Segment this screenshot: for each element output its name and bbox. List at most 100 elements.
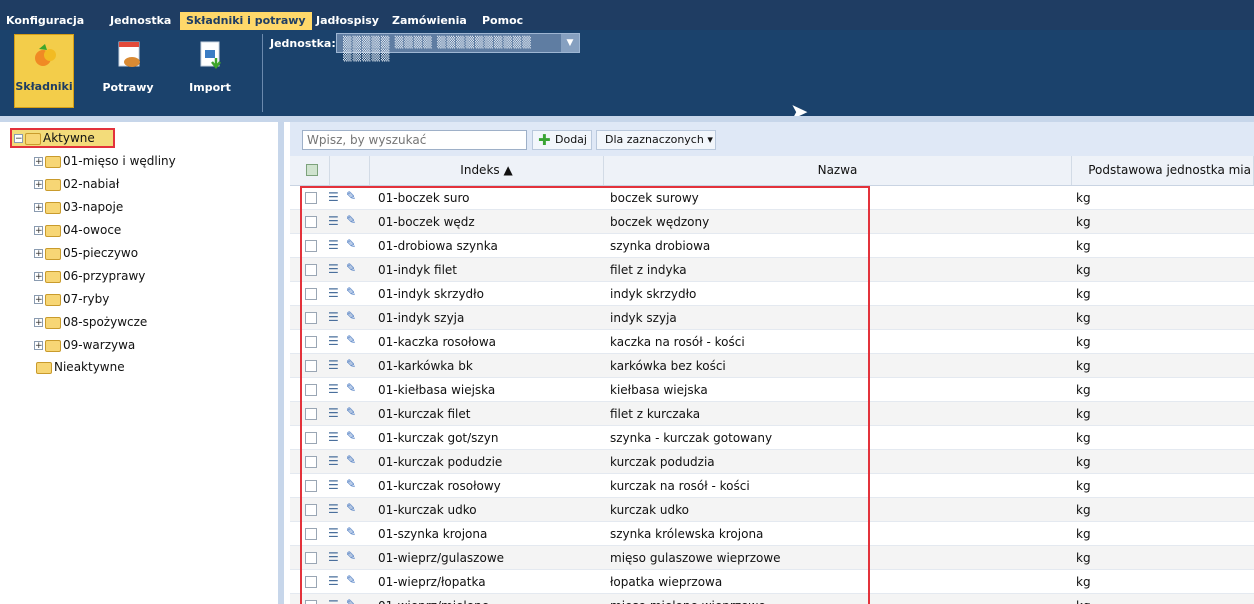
- expand-icon[interactable]: +: [34, 157, 43, 167]
- edit-pencil-icon[interactable]: ✎: [346, 597, 356, 604]
- tree-node-category[interactable]: +03-napoje: [34, 198, 123, 216]
- unit-column-header[interactable]: Podstawowa jednostka mia: [1072, 156, 1254, 185]
- tree-node-category[interactable]: +04-owoce: [34, 221, 121, 239]
- details-icon[interactable]: ☰: [328, 190, 339, 204]
- table-row[interactable]: ☰ ✎ 01-indyk szyja indyk szyja kg: [290, 306, 1254, 330]
- details-icon[interactable]: ☰: [328, 550, 339, 564]
- details-icon[interactable]: ☰: [328, 574, 339, 588]
- row-checkbox[interactable]: [305, 600, 317, 604]
- details-icon[interactable]: ☰: [328, 526, 339, 540]
- import-button[interactable]: Import: [180, 34, 240, 108]
- row-checkbox[interactable]: [305, 216, 317, 228]
- details-icon[interactable]: ☰: [328, 502, 339, 516]
- edit-pencil-icon[interactable]: ✎: [346, 381, 356, 395]
- edit-pencil-icon[interactable]: ✎: [346, 357, 356, 371]
- table-row[interactable]: ☰ ✎ 01-kaczka rosołowa kaczka na rosół - ko…: [290, 330, 1254, 354]
- table-row[interactable]: ☰ ✎ 01-kiełbasa wiejska kiełbasa wiejska kg: [290, 378, 1254, 402]
- table-row[interactable]: ☰ ✎ 01-kurczak filet filet z kurczaka kg: [290, 402, 1254, 426]
- tab-zamowienia[interactable]: Zamówienia: [386, 12, 473, 30]
- details-icon[interactable]: ☰: [328, 286, 339, 300]
- row-checkbox[interactable]: [305, 552, 317, 564]
- expand-icon[interactable]: +: [34, 249, 43, 259]
- edit-pencil-icon[interactable]: ✎: [346, 525, 356, 539]
- row-checkbox[interactable]: [305, 288, 317, 300]
- details-icon[interactable]: ☰: [328, 454, 339, 468]
- edit-pencil-icon[interactable]: ✎: [346, 333, 356, 347]
- edit-pencil-icon[interactable]: ✎: [346, 213, 356, 227]
- row-checkbox[interactable]: [305, 432, 317, 444]
- row-checkbox[interactable]: [305, 384, 317, 396]
- details-icon[interactable]: ☰: [328, 214, 339, 228]
- table-row[interactable]: ☰ ✎ 01-kurczak podudzie kurczak podudzia kg: [290, 450, 1254, 474]
- tab-jadlospisy[interactable]: Jadłospisy: [310, 12, 385, 30]
- row-checkbox[interactable]: [305, 360, 317, 372]
- edit-pencil-icon[interactable]: ✎: [346, 309, 356, 323]
- expand-icon[interactable]: +: [34, 272, 43, 282]
- ingredients-button[interactable]: Składniki: [14, 34, 74, 108]
- row-checkbox[interactable]: [305, 336, 317, 348]
- details-icon[interactable]: ☰: [328, 430, 339, 444]
- bulk-actions-button[interactable]: Dla zaznaczonych ▾: [596, 130, 716, 150]
- tree-node-category[interactable]: +05-pieczywo: [34, 244, 138, 262]
- tab-jednostka[interactable]: Jednostka: [104, 12, 177, 30]
- details-icon[interactable]: ☰: [328, 406, 339, 420]
- expand-icon[interactable]: +: [34, 203, 43, 213]
- edit-pencil-icon[interactable]: ✎: [346, 189, 356, 203]
- details-icon[interactable]: ☰: [328, 478, 339, 492]
- tree-node-category[interactable]: +01-mięso i wędliny: [34, 152, 176, 170]
- table-row[interactable]: ☰ ✎ 01-kurczak rosołowy kurczak na rosół - …: [290, 474, 1254, 498]
- tree-node-category[interactable]: +07-ryby: [34, 290, 109, 308]
- name-column-header[interactable]: Nazwa: [604, 156, 1072, 185]
- edit-pencil-icon[interactable]: ✎: [346, 573, 356, 587]
- details-icon[interactable]: ☰: [328, 310, 339, 324]
- expand-icon[interactable]: +: [34, 226, 43, 236]
- dishes-button[interactable]: Potrawy: [98, 34, 158, 108]
- edit-pencil-icon[interactable]: ✎: [346, 501, 356, 515]
- chevron-down-icon[interactable]: ▼: [561, 34, 579, 52]
- edit-pencil-icon[interactable]: ✎: [346, 477, 356, 491]
- edit-pencil-icon[interactable]: ✎: [346, 429, 356, 443]
- tab-skladniki-i-potrawy[interactable]: Składniki i potrawy: [180, 12, 312, 30]
- row-checkbox[interactable]: [305, 456, 317, 468]
- tab-pomoc[interactable]: Pomoc: [476, 12, 529, 30]
- tree-node-category[interactable]: +09-warzywa: [34, 336, 135, 354]
- unit-select[interactable]: ▒▒▒▒▒ ▒▒▒▒ ▒▒▒▒▒▒▒▒▒▒ ▒▒▒▒▒ ▼: [336, 33, 580, 62]
- row-checkbox[interactable]: [305, 192, 317, 204]
- row-checkbox[interactable]: [305, 504, 317, 516]
- table-row[interactable]: ☰ ✎ 01-wieprz/mielone mięso mielone wieprzo…: [290, 594, 1254, 604]
- row-checkbox[interactable]: [305, 576, 317, 588]
- edit-pencil-icon[interactable]: ✎: [346, 549, 356, 563]
- table-row[interactable]: ☰ ✎ 01-boczek suro boczek surowy kg: [290, 186, 1254, 210]
- table-row[interactable]: ☰ ✎ 01-wieprz/łopatka łopatka wieprzowa kg: [290, 570, 1254, 594]
- table-row[interactable]: ☰ ✎ 01-kurczak udko kurczak udko kg: [290, 498, 1254, 522]
- edit-pencil-icon[interactable]: ✎: [346, 453, 356, 467]
- expand-icon[interactable]: +: [34, 295, 43, 305]
- expand-icon[interactable]: +: [34, 180, 43, 190]
- table-row[interactable]: ☰ ✎ 01-drobiowa szynka szynka drobiowa kg: [290, 234, 1254, 258]
- tree-node-category[interactable]: +02-nabiał: [34, 175, 119, 193]
- collapse-icon[interactable]: −: [14, 134, 23, 144]
- edit-pencil-icon[interactable]: ✎: [346, 237, 356, 251]
- row-checkbox[interactable]: [305, 264, 317, 276]
- tree-node-category[interactable]: +06-przyprawy: [34, 267, 145, 285]
- tab-konfiguracja[interactable]: Konfiguracja: [0, 12, 90, 30]
- details-icon[interactable]: ☰: [328, 262, 339, 276]
- index-column-header[interactable]: Indeks ▲: [370, 156, 604, 185]
- edit-pencil-icon[interactable]: ✎: [346, 405, 356, 419]
- table-row[interactable]: ☰ ✎ 01-kurczak got/szyn szynka - kurczak go…: [290, 426, 1254, 450]
- table-row[interactable]: ☰ ✎ 01-szynka krojona szynka królewska kroj…: [290, 522, 1254, 546]
- details-icon[interactable]: ☰: [328, 382, 339, 396]
- table-row[interactable]: ☰ ✎ 01-wieprz/gulaszowe mięso gulaszowe wie…: [290, 546, 1254, 570]
- table-row[interactable]: ☰ ✎ 01-indyk filet filet z indyka kg: [290, 258, 1254, 282]
- table-row[interactable]: ☰ ✎ 01-boczek wędz boczek wędzony kg: [290, 210, 1254, 234]
- select-all-checkbox-icon[interactable]: [306, 164, 318, 176]
- tree-node-category[interactable]: +08-spożywcze: [34, 313, 147, 331]
- details-icon[interactable]: ☰: [328, 238, 339, 252]
- add-button[interactable]: ✚ Dodaj: [532, 130, 592, 150]
- expand-icon[interactable]: +: [34, 341, 43, 351]
- search-input[interactable]: [302, 130, 527, 150]
- tree-node-nieaktywne[interactable]: Nieaktywne: [36, 358, 125, 376]
- row-checkbox[interactable]: [305, 312, 317, 324]
- details-icon[interactable]: ☰: [328, 598, 339, 604]
- edit-pencil-icon[interactable]: ✎: [346, 261, 356, 275]
